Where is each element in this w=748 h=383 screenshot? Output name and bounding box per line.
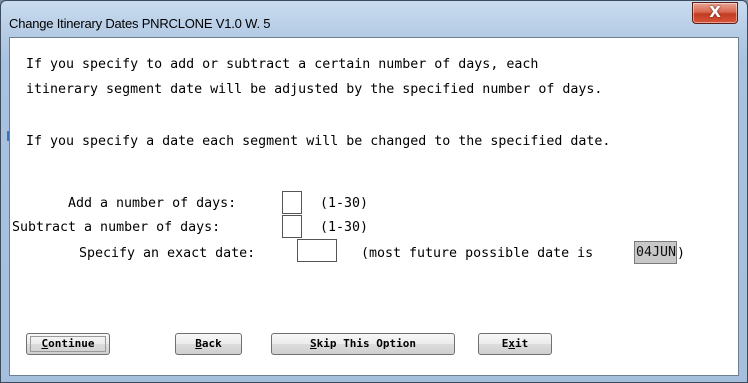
instruction-line-2: itinerary segment date will be adjusted … (26, 82, 603, 97)
add-days-range: (1-30) (320, 196, 369, 211)
dialog-content: If you specify to add or subtract a cert… (9, 37, 739, 376)
date-note-prefix: (most future possible date is (361, 246, 602, 261)
max-date-field: 04JUN (634, 241, 677, 264)
back-accel: B (195, 337, 202, 350)
close-button[interactable]: X (692, 2, 738, 24)
title-bar[interactable]: Change Itinerary Dates PNRCLONE V1.0 W. … (1, 1, 747, 35)
skip-label-rest: kip This Option (316, 337, 416, 350)
skip-option-button[interactable]: Skip This Option (271, 333, 455, 355)
exit-accel: x (508, 337, 515, 350)
exact-date-label: Specify an exact date: (79, 246, 256, 261)
exact-date-input[interactable] (297, 239, 337, 262)
subtract-days-range: (1-30) (320, 220, 369, 235)
dialog-window: Change Itinerary Dates PNRCLONE V1.0 W. … (0, 0, 748, 383)
instruction-line-3: If you specify a date each segment will … (26, 134, 611, 149)
back-label-rest: ack (201, 337, 222, 350)
date-note-suffix: ) (677, 246, 686, 261)
back-button-label: Back (195, 337, 222, 350)
exit-button-label: Exit (502, 337, 529, 350)
add-days-label: Add a number of days: (68, 196, 237, 211)
continue-button-label: Continue (42, 337, 95, 350)
continue-label-rest: ontinue (48, 337, 95, 350)
continue-button[interactable]: Continue (26, 333, 110, 355)
skip-button-label: Skip This Option (310, 337, 416, 350)
skip-accel: S (310, 337, 317, 350)
subtract-days-label: Subtract a number of days: (12, 220, 221, 235)
exit-label-post: it (515, 337, 529, 350)
subtract-days-input[interactable] (282, 215, 302, 238)
add-days-input[interactable] (282, 191, 302, 214)
instruction-line-1: If you specify to add or subtract a cert… (26, 57, 539, 72)
window-title: Change Itinerary Dates PNRCLONE V1.0 W. … (9, 16, 271, 31)
close-icon: X (709, 3, 721, 21)
exit-button[interactable]: Exit (478, 333, 552, 355)
back-button[interactable]: Back (175, 333, 242, 355)
max-date-value: 04JUN (636, 245, 677, 260)
